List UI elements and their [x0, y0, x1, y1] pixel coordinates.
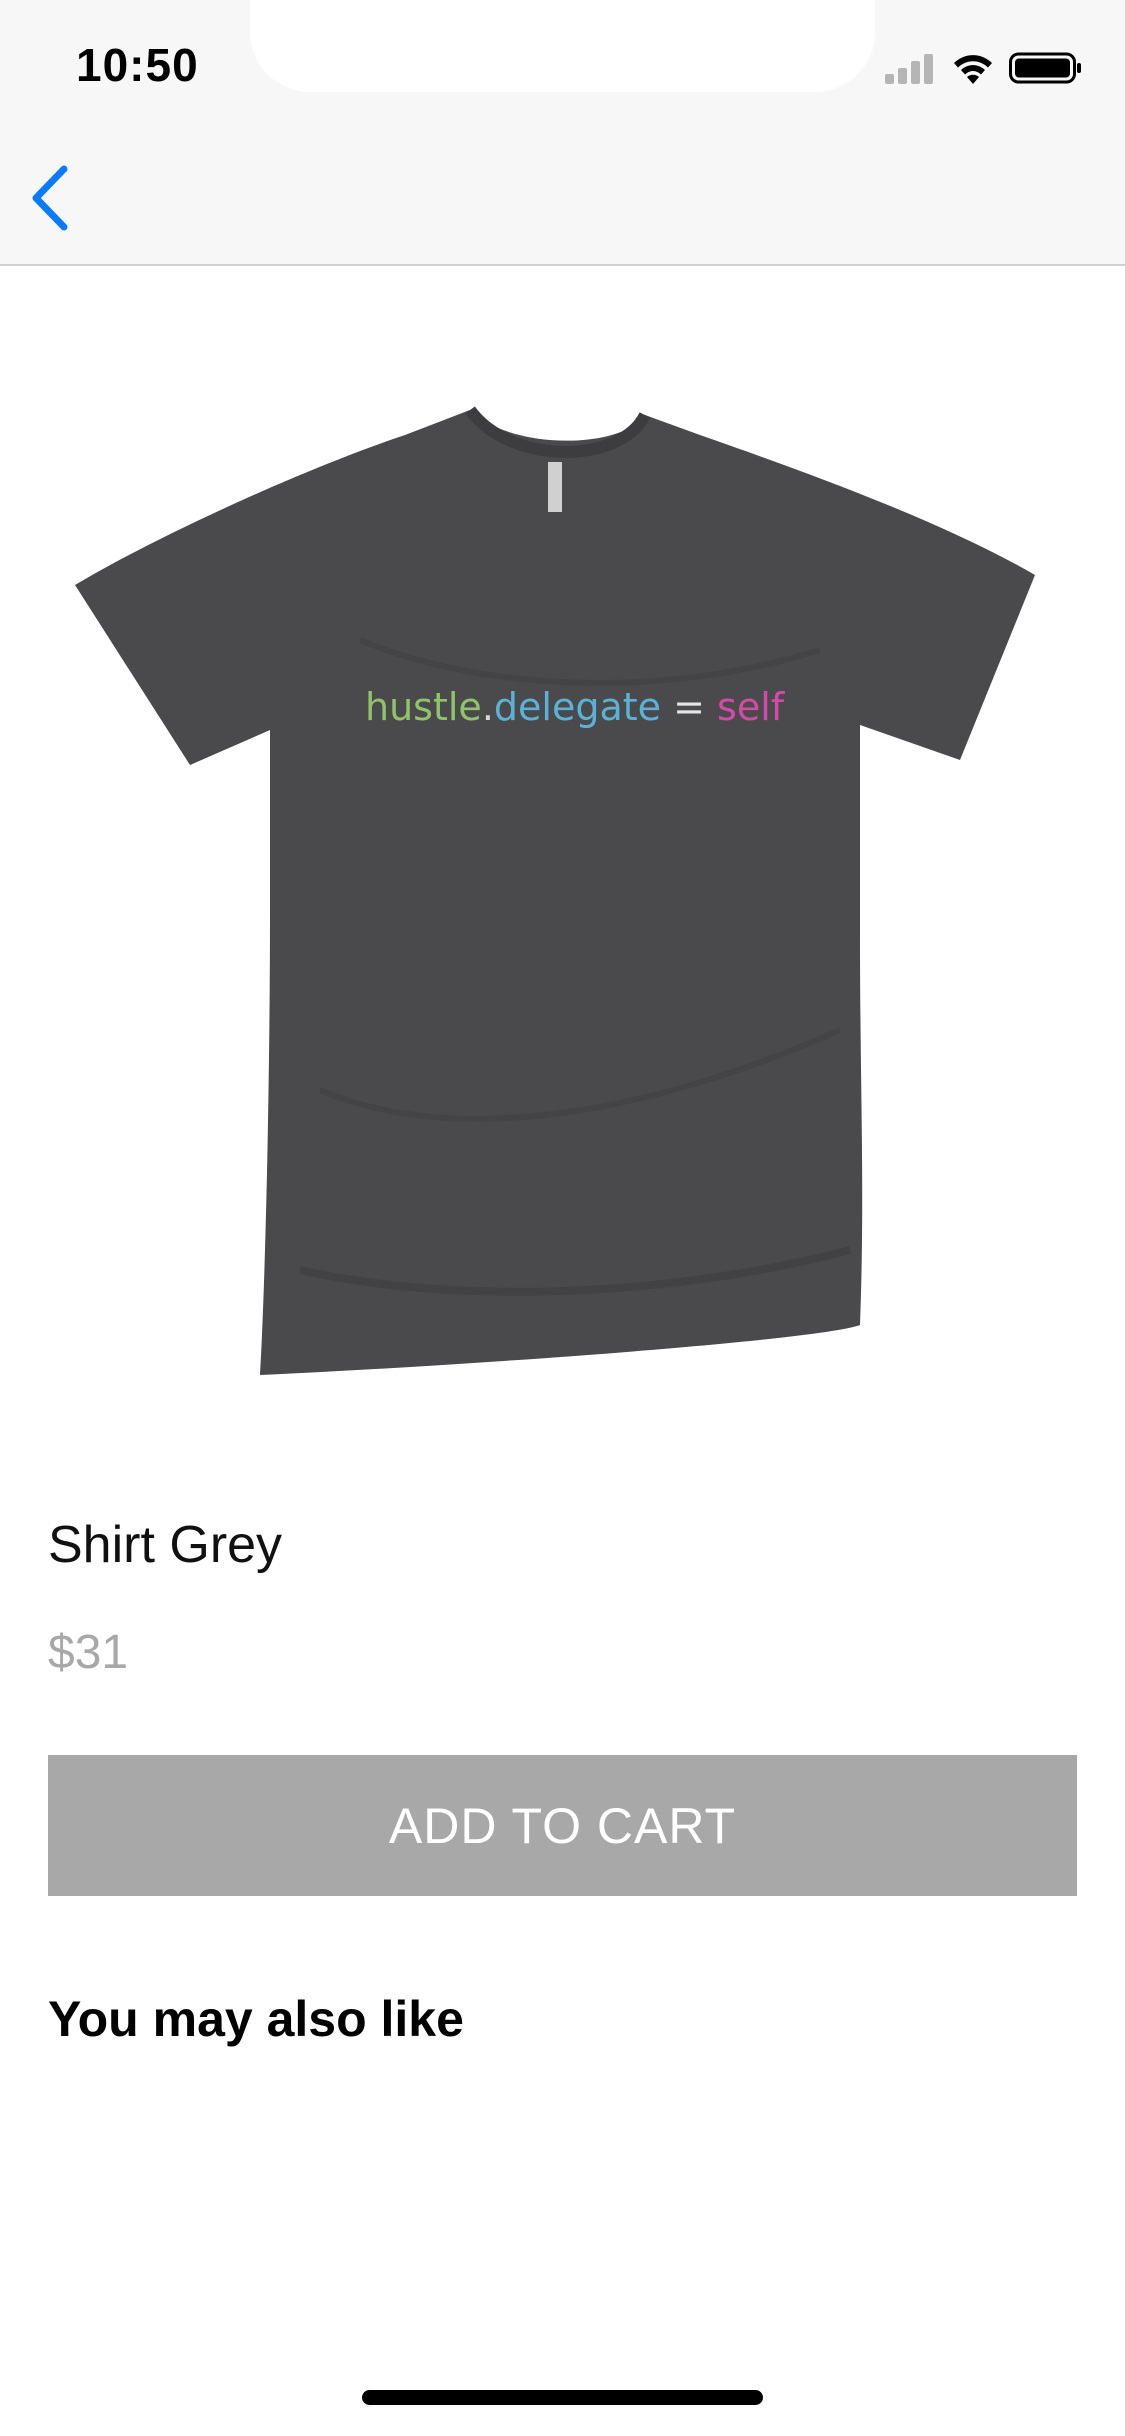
shirt-print-part2: delegate: [493, 685, 662, 729]
shirt-print-part3: self: [717, 685, 785, 729]
signal-icon: [885, 52, 937, 89]
back-button[interactable]: [20, 160, 80, 240]
top-bar: 10:50: [0, 0, 1125, 266]
shirt-print-equals: =: [661, 685, 718, 729]
shirt-print-part1: hustle: [365, 685, 482, 729]
product-price: $31: [48, 1626, 129, 1679]
product-image: hustle.delegate = self: [60, 390, 1050, 1390]
device-notch: [250, 0, 875, 92]
wifi-icon: [951, 51, 995, 90]
battery-icon: [1009, 51, 1083, 90]
shirt-print: hustle.delegate = self: [365, 685, 784, 729]
home-indicator[interactable]: [362, 2390, 763, 2405]
product-title: Shirt Grey: [48, 1516, 283, 1574]
status-time: 10:50: [76, 39, 199, 91]
chevron-left-icon: [30, 165, 70, 236]
recommendations-title: You may also like: [48, 1991, 464, 2047]
add-to-cart-button[interactable]: ADD TO CART: [48, 1755, 1077, 1896]
status-icons: [885, 50, 1083, 90]
shirt-print-dot: .: [481, 685, 494, 729]
